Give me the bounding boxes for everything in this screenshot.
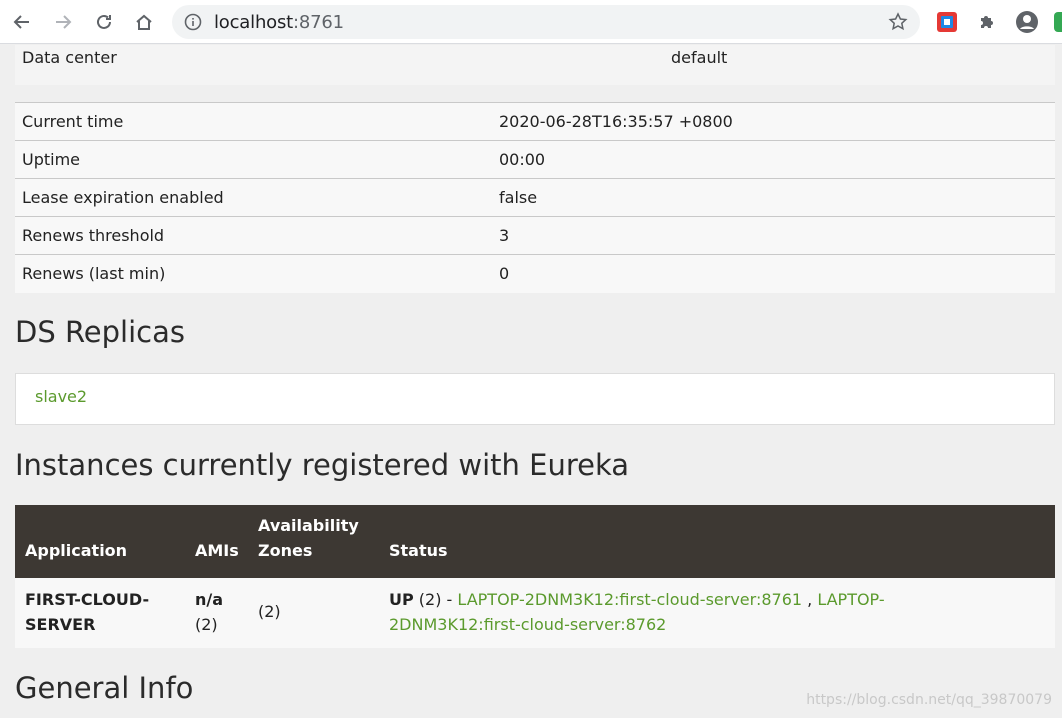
table-row: Renews threshold 3 bbox=[15, 216, 1055, 255]
column-status: Status bbox=[389, 541, 448, 560]
status-line1: UP (2) - LAPTOP-2DNM3K12:first-cloud-ser… bbox=[389, 587, 1049, 612]
amis-value: n/a (2) bbox=[195, 587, 223, 637]
puzzle-icon bbox=[981, 16, 993, 28]
info-label: Current time bbox=[15, 102, 492, 141]
column-amis: AMIs bbox=[195, 541, 239, 560]
url-port: :8761 bbox=[293, 12, 344, 33]
info-label: Uptime bbox=[15, 140, 492, 179]
account-icon bbox=[1016, 11, 1038, 33]
menu-edge[interactable] bbox=[1054, 12, 1062, 32]
system-status-table: Current time 2020-06-28T16:35:57 +0800 U… bbox=[15, 102, 1055, 293]
link-separator: , bbox=[802, 590, 818, 609]
amis-value-line2: (2) bbox=[195, 615, 218, 634]
info-label: Lease expiration enabled bbox=[15, 178, 492, 217]
replicas-list: slave2 bbox=[15, 373, 1055, 425]
application-name-line1: FIRST-CLOUD- bbox=[25, 590, 150, 609]
table-row: FIRST-CLOUD- SERVER n/a (2) (2) UP (2) -… bbox=[15, 578, 1055, 648]
info-value: 2020-06-28T16:35:57 +0800 bbox=[492, 102, 1055, 141]
data-center-row: Data center default bbox=[15, 45, 1055, 85]
home-button[interactable] bbox=[130, 8, 158, 36]
replica-link[interactable]: slave2 bbox=[35, 387, 87, 406]
url-text: localhost:8761 bbox=[214, 12, 344, 33]
extensions-button[interactable] bbox=[973, 8, 1001, 36]
status-up: UP bbox=[389, 590, 414, 609]
status-cell: UP (2) - LAPTOP-2DNM3K12:first-cloud-ser… bbox=[389, 587, 1049, 637]
replicas-heading: DS Replicas bbox=[15, 315, 185, 349]
table-row: Renews (last min) 0 bbox=[15, 254, 1055, 293]
address-bar[interactable]: localhost:8761 bbox=[172, 5, 920, 39]
application-name: FIRST-CLOUD- SERVER bbox=[25, 587, 149, 637]
forward-button[interactable] bbox=[49, 8, 77, 36]
data-center-label: Data center bbox=[22, 48, 117, 67]
table-row: Lease expiration enabled false bbox=[15, 178, 1055, 217]
forward-arrow-icon bbox=[56, 15, 72, 29]
application-name-line2: SERVER bbox=[25, 615, 96, 634]
instances-table-header: Application AMIs Availability Zones Stat… bbox=[15, 505, 1055, 578]
info-value: 00:00 bbox=[492, 140, 1055, 179]
zones-value: (2) bbox=[258, 602, 281, 621]
watermark: https://blog.csdn.net/qq_39870079 bbox=[806, 692, 1052, 708]
home-icon bbox=[136, 14, 152, 30]
column-zones-line2: Zones bbox=[258, 541, 313, 560]
table-row: Current time 2020-06-28T16:35:57 +0800 bbox=[15, 102, 1055, 141]
fe-extension-button[interactable] bbox=[933, 8, 961, 36]
instance-link-8762-part2[interactable]: 2DNM3K12:first-cloud-server:8762 bbox=[389, 615, 666, 634]
status-line2: 2DNM3K12:first-cloud-server:8762 bbox=[389, 612, 1049, 637]
bookmark-star-icon[interactable] bbox=[888, 12, 908, 32]
info-icon[interactable] bbox=[184, 13, 202, 31]
info-value: 0 bbox=[492, 254, 1055, 293]
info-value: 3 bbox=[492, 216, 1055, 255]
fe-extension-icon bbox=[937, 12, 957, 32]
profile-button[interactable] bbox=[1013, 8, 1041, 36]
back-arrow-icon bbox=[13, 15, 29, 29]
info-label: Renews (last min) bbox=[15, 254, 492, 293]
instances-heading: Instances currently registered with Eure… bbox=[15, 448, 630, 482]
amis-value-line1: n/a bbox=[195, 590, 224, 609]
back-button[interactable] bbox=[8, 8, 36, 36]
reload-button[interactable] bbox=[90, 8, 118, 36]
data-center-value: default bbox=[671, 48, 728, 67]
status-count: (2) - bbox=[413, 590, 458, 609]
table-row: Uptime 00:00 bbox=[15, 140, 1055, 179]
column-zones-line1: Availability bbox=[258, 516, 359, 535]
info-value: false bbox=[492, 178, 1055, 217]
browser-toolbar: localhost:8761 bbox=[0, 0, 1062, 44]
reload-icon bbox=[97, 14, 111, 29]
eureka-page: Data center default Current time 2020-06… bbox=[0, 45, 1062, 718]
info-label: Renews threshold bbox=[15, 216, 492, 255]
url-host: localhost bbox=[214, 12, 293, 33]
column-application: Application bbox=[25, 541, 128, 560]
general-info-heading: General Info bbox=[15, 671, 194, 705]
instance-link-8762-part1[interactable]: LAPTOP- bbox=[817, 590, 884, 609]
instance-link-8761[interactable]: LAPTOP-2DNM3K12:first-cloud-server:8761 bbox=[457, 590, 802, 609]
